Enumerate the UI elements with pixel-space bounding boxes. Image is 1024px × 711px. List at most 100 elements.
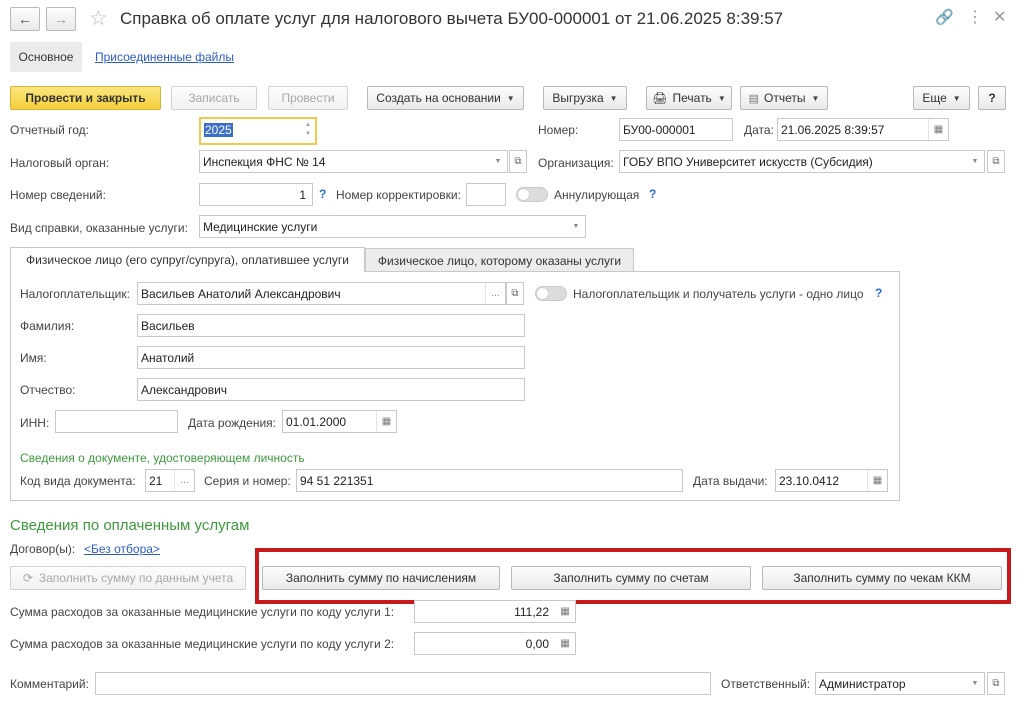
stepper-icon[interactable]: ▲ ▼: [305, 121, 311, 139]
taxpayer-value: Васильев Анатолий Александрович: [141, 287, 341, 301]
post-and-close-button[interactable]: Провести и закрыть: [10, 86, 161, 110]
patronymic-input[interactable]: Александрович: [137, 378, 525, 401]
corr-num-label: Номер корректировки:: [336, 188, 461, 202]
dropdown-arrow-icon: ▼: [506, 93, 515, 103]
birth-input[interactable]: 01.01.2000 ▦: [282, 410, 397, 433]
sum2-input[interactable]: 0,00 ▦: [414, 632, 576, 655]
same-person-toggle[interactable]: [535, 286, 567, 301]
cancel-label: Аннулирующая: [554, 188, 640, 202]
fill-invoices-button[interactable]: Заполнить сумму по счетам: [511, 566, 751, 590]
report-icon: ▤: [748, 92, 759, 105]
corr-num-input[interactable]: [466, 183, 506, 206]
calculator-icon[interactable]: ▦: [555, 633, 575, 654]
tab-attached-files[interactable]: Присоединенные файлы: [95, 50, 234, 64]
same-person-label: Налогоплательщик и получатель услуги - о…: [573, 287, 864, 301]
surname-label: Фамилия:: [20, 319, 75, 333]
back-button[interactable]: ←: [10, 7, 40, 31]
issue-input[interactable]: 23.10.0412 ▦: [775, 469, 888, 492]
link-icon[interactable]: 🔗: [935, 8, 954, 26]
reports-label: Отчеты: [764, 91, 806, 105]
name-input[interactable]: Анатолий: [137, 346, 525, 369]
export-button[interactable]: Выгрузка ▼: [543, 86, 627, 110]
doc-code-label: Код вида документа:: [20, 474, 136, 488]
date-value: 21.06.2025 8:39:57: [781, 123, 885, 137]
kind-input[interactable]: Медицинские услуги ▼: [199, 215, 586, 238]
sum1-input[interactable]: 111,22 ▦: [414, 600, 576, 623]
number-input[interactable]: БУ00-000001: [619, 118, 733, 141]
print-button[interactable]: 🖨 Печать ▼: [646, 86, 732, 110]
open-org-icon[interactable]: ⧉: [987, 150, 1005, 173]
taxpayer-label: Налогоплательщик:: [20, 287, 130, 301]
org-label: Организация:: [538, 156, 614, 170]
ellipsis-icon[interactable]: ...: [174, 470, 194, 491]
printer-icon: 🖨: [652, 91, 668, 105]
tab-main[interactable]: Основное: [10, 42, 82, 72]
calculator-icon[interactable]: ▦: [555, 601, 575, 622]
tab-recipient[interactable]: Физическое лицо, которому оказаны услуги: [365, 248, 634, 272]
calendar-icon[interactable]: ▦: [376, 411, 396, 432]
open-tax-org-icon[interactable]: ⧉: [509, 150, 527, 173]
sum2-value: 0,00: [525, 637, 549, 651]
calendar-icon[interactable]: ▦: [867, 470, 887, 491]
series-label: Серия и номер:: [204, 474, 291, 488]
surname-input[interactable]: Васильев: [137, 314, 525, 337]
date-input[interactable]: 21.06.2025 8:39:57 ▦: [777, 118, 949, 141]
paid-section-title: Сведения по оплаченным услугам: [10, 517, 250, 534]
post-button[interactable]: Провести: [268, 86, 348, 110]
forward-button[interactable]: →: [46, 7, 76, 31]
calendar-icon[interactable]: ▦: [928, 119, 948, 140]
comment-label: Комментарий:: [10, 677, 89, 691]
tab-main-label: Основное: [18, 50, 74, 64]
write-button[interactable]: Записать: [171, 86, 257, 110]
responsible-input[interactable]: Администратор ▼: [815, 672, 985, 695]
kind-label: Вид справки, оказанные услуги:: [10, 221, 188, 235]
open-taxpayer-icon[interactable]: ⧉: [506, 282, 524, 305]
chevron-down-icon[interactable]: ▼: [966, 673, 984, 694]
close-icon[interactable]: ✕: [993, 7, 1006, 27]
open-responsible-icon[interactable]: ⧉: [987, 672, 1005, 695]
chevron-down-icon[interactable]: ▼: [567, 216, 585, 237]
cancel-toggle[interactable]: [516, 187, 548, 202]
number-label: Номер:: [538, 123, 579, 137]
help-button[interactable]: ?: [978, 86, 1006, 110]
inn-input[interactable]: [55, 410, 178, 433]
arrow-left-icon: ←: [18, 11, 32, 27]
comment-input[interactable]: [95, 672, 711, 695]
contracts-label: Договор(ы):: [10, 542, 76, 556]
more-menu-icon[interactable]: ⋮: [967, 7, 983, 27]
more-button[interactable]: Еще ▼: [913, 86, 970, 110]
doc-section-title: Сведения о документе, удостоверяющем лич…: [20, 451, 305, 465]
org-value: ГОБУ ВПО Университет искусств (Субсидия): [623, 155, 873, 169]
responsible-label: Ответственный:: [721, 677, 811, 691]
reports-button[interactable]: ▤ Отчеты ▼: [740, 86, 828, 110]
contracts-link[interactable]: <Без отбора>: [84, 542, 160, 556]
taxpayer-input[interactable]: Васильев Анатолий Александрович ...: [137, 282, 506, 305]
help-same-person-icon[interactable]: ?: [875, 286, 882, 300]
create-based-button[interactable]: Создать на основании ▼: [367, 86, 524, 110]
arrow-right-icon: →: [54, 11, 68, 27]
org-input[interactable]: ГОБУ ВПО Университет искусств (Субсидия)…: [619, 150, 985, 173]
ellipsis-icon[interactable]: ...: [485, 283, 505, 304]
inn-label: ИНН:: [20, 416, 50, 430]
fill-accruals-button[interactable]: Заполнить сумму по начислениям: [262, 566, 500, 590]
doc-code-input[interactable]: 21 ...: [145, 469, 195, 492]
chevron-down-icon[interactable]: ▼: [966, 151, 984, 172]
chevron-down-icon[interactable]: ▼: [489, 151, 507, 172]
fill-receipts-button[interactable]: Заполнить сумму по чекам ККМ: [762, 566, 1002, 590]
favorite-star-icon[interactable]: ☆: [89, 6, 108, 31]
tab-payer[interactable]: Физическое лицо (его супруг/супруга), оп…: [10, 247, 365, 272]
help-info-num-icon[interactable]: ?: [319, 187, 326, 201]
tax-org-input[interactable]: Инспекция ФНС № 14 ▼: [199, 150, 508, 173]
year-label: Отчетный год:: [10, 123, 90, 137]
info-num-input[interactable]: 1: [199, 183, 313, 206]
refresh-icon: ⟳: [22, 571, 33, 585]
fill-accounting-button[interactable]: ⟳ Заполнить сумму по данным учета: [10, 566, 246, 590]
tax-org-label: Налоговый орган:: [10, 156, 110, 170]
series-input[interactable]: 94 51 221351: [296, 469, 683, 492]
year-input[interactable]: 2025 ▲ ▼: [199, 117, 317, 145]
issue-value: 23.10.0412: [779, 474, 840, 488]
help-cancel-icon[interactable]: ?: [649, 187, 656, 201]
fill-accounting-label: Заполнить сумму по данным учета: [38, 571, 234, 585]
info-num-label: Номер сведений:: [10, 188, 106, 202]
dropdown-arrow-icon: ▼: [717, 93, 726, 103]
